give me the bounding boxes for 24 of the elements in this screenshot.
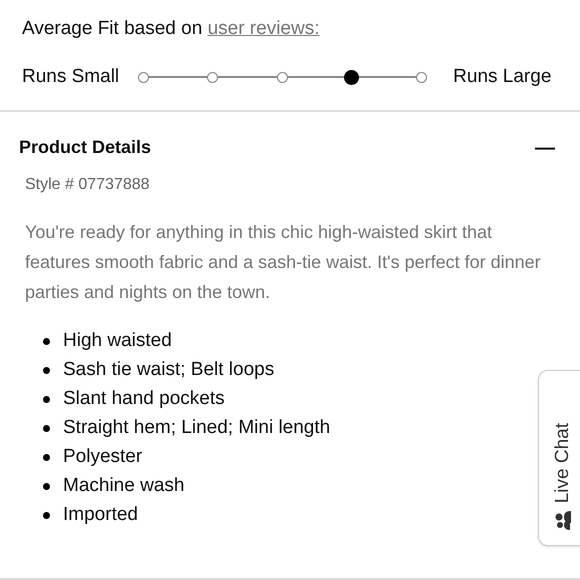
feature-text: Machine wash [63,474,184,498]
bullet-icon [43,367,50,374]
bullet-icon [43,425,50,432]
feature-text: Slant hand pockets [63,387,225,412]
feature-text: Sash tie waist; Belt loops [63,358,274,382]
bullet-icon [43,338,50,345]
bullet-icon [43,396,50,403]
feature-text: Polyester [63,445,142,470]
bullet-icon [43,512,50,519]
product-description: You're ready for anything in this chic high-waisted skirt that features smooth fabric and a sash-tie waist. It's perfect for dinner parties and nights on the town. [25,221,542,304]
feature-text: Straight hem; Lined; Mini length [63,416,330,440]
bullet-icon [43,454,50,461]
bullet-icon [43,483,50,490]
reviews-link[interactable]: user reviews: [208,18,320,39]
feature-text: Imported [63,503,138,528]
style-number: Style # 07737888 [25,175,151,195]
live-chat-tab[interactable]: Live Chat [538,370,580,546]
section-title: Product Details [19,136,152,159]
collapse-button[interactable]: — [535,138,555,158]
chat-people-icon [554,510,572,530]
max-label: Runs Large [453,64,552,89]
fit-label: Average Fit based on [22,18,202,39]
min-label: Runs Small [22,64,120,89]
feature-text: High waisted [63,329,172,354]
